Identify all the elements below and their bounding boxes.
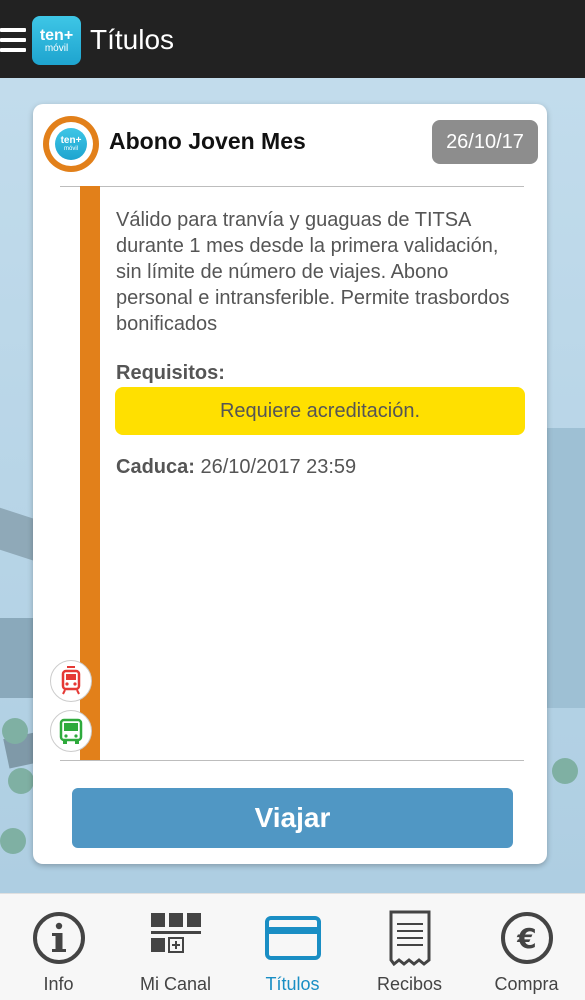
svg-text:€: €	[516, 922, 536, 955]
travel-button[interactable]: Viajar	[72, 788, 513, 848]
bus-icon	[50, 710, 92, 752]
nav-label-info: Info	[43, 974, 74, 994]
requirements-label: Requisitos:	[116, 362, 225, 384]
ticket-card: ten+ móvil Abono Joven Mes 26/10/17 Váli…	[33, 104, 547, 864]
date-badge: 26/10/17	[432, 120, 538, 164]
nav-item-titulos[interactable]: Títulos	[234, 894, 351, 1000]
ticket-description: Válido para tranvía y guaguas de TITSA d…	[116, 209, 510, 335]
divider-bottom	[60, 760, 524, 761]
top-app-bar: ten+ móvil Títulos	[0, 0, 585, 78]
bottom-navigation: Info Mi Canal Títulos Recibos € Compra	[0, 893, 585, 1000]
expiry-label: Caduca:	[116, 456, 195, 478]
tram-icon	[50, 660, 92, 702]
ticket-logo: ten+ móvil	[43, 116, 99, 172]
nav-label-titulos: Títulos	[265, 974, 320, 994]
nav-item-mi-canal[interactable]: Mi Canal	[117, 894, 234, 1000]
requirement-badge: Requiere acreditación.	[115, 387, 525, 435]
nav-item-compra[interactable]: € Compra	[468, 894, 585, 1000]
menu-icon[interactable]	[0, 28, 26, 52]
grid-icon	[148, 910, 204, 966]
card-icon	[264, 910, 321, 966]
expiry-row: Caduca: 26/10/2017 23:59	[116, 456, 356, 479]
receipt-icon	[382, 910, 438, 966]
ticket-title: Abono Joven Mes	[109, 128, 306, 154]
nav-item-recibos[interactable]: Recibos	[351, 894, 468, 1000]
expiry-value: 26/10/2017 23:59	[200, 456, 357, 478]
app-logo-text: ten+	[39, 26, 74, 44]
info-icon	[31, 910, 87, 966]
euro-icon: €	[499, 910, 555, 966]
page-title: Títulos	[90, 24, 175, 55]
app-logo-subtext: móvil	[44, 42, 69, 54]
nav-label-mi-canal: Mi Canal	[139, 974, 212, 994]
nav-item-info[interactable]: Info	[0, 894, 117, 1000]
ticket-logo-subtext: móvil	[63, 146, 78, 152]
nav-label-recibos: Recibos	[376, 974, 443, 994]
app-logo: ten+ móvil	[32, 16, 81, 65]
ticket-logo-text: ten+	[60, 135, 82, 146]
nav-label-compra: Compra	[494, 974, 559, 994]
divider-top	[60, 186, 524, 187]
